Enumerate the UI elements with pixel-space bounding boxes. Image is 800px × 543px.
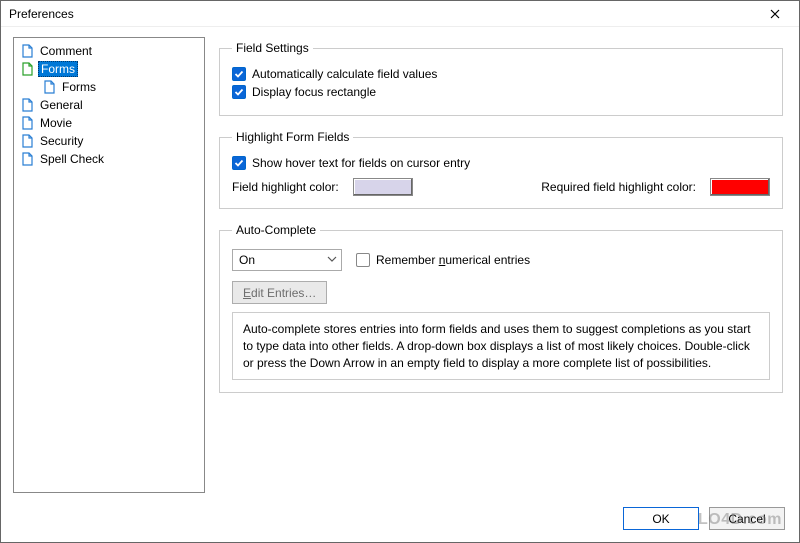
hover-text-label: Show hover text for fields on cursor ent… — [252, 156, 470, 170]
sidebar-item-security[interactable]: Security — [14, 132, 204, 150]
page-icon — [20, 116, 34, 130]
required-color-swatch[interactable] — [710, 178, 770, 196]
preferences-window: Preferences Comment Forms Forms General Movi… — [0, 0, 800, 543]
sidebar-item-spell-check[interactable]: Spell Check — [14, 150, 204, 168]
page-icon — [42, 80, 56, 94]
sidebar-item-label: Comment — [38, 44, 94, 58]
field-settings-group: Field Settings Automatically calculate f… — [219, 41, 783, 116]
sidebar-item-label: Spell Check — [38, 152, 106, 166]
edit-entries-label: Edit Entries… — [243, 286, 316, 300]
page-icon — [20, 152, 34, 166]
sidebar-item-general[interactable]: General — [14, 96, 204, 114]
sidebar-item-movie[interactable]: Movie — [14, 114, 204, 132]
checkbox-checked-icon — [232, 85, 246, 99]
remember-numerical-row[interactable]: Remember numerical entries — [356, 253, 530, 267]
required-color-label: Required field highlight color: — [541, 180, 696, 194]
checkbox-unchecked-icon — [356, 253, 370, 267]
settings-panel: Field Settings Automatically calculate f… — [215, 37, 787, 493]
sidebar-item-label: Forms — [60, 80, 98, 94]
remember-numerical-label: Remember numerical entries — [376, 253, 530, 267]
autocomplete-group: Auto-Complete On Remember numerical entr… — [219, 223, 783, 393]
close-icon — [770, 9, 780, 19]
category-sidebar[interactable]: Comment Forms Forms General Movie Security Spe… — [13, 37, 205, 493]
highlight-group: Highlight Form Fields Show hover text fo… — [219, 130, 783, 209]
autocomplete-select[interactable]: On — [232, 249, 342, 271]
hover-text-row[interactable]: Show hover text for fields on cursor ent… — [232, 156, 770, 170]
autocomplete-legend: Auto-Complete — [232, 223, 320, 237]
focus-rectangle-label: Display focus rectangle — [252, 85, 376, 99]
ok-label: OK — [652, 512, 669, 526]
page-icon — [20, 134, 34, 148]
edit-entries-button[interactable]: Edit Entries… — [232, 281, 327, 304]
checkbox-checked-icon — [232, 156, 246, 170]
page-icon — [20, 44, 34, 58]
ok-button[interactable]: OK — [623, 507, 699, 530]
checkbox-checked-icon — [232, 67, 246, 81]
sidebar-item-label: General — [38, 98, 85, 112]
autocomplete-description: Auto-complete stores entries into form f… — [232, 312, 770, 380]
cancel-label: Cancel — [728, 512, 765, 526]
dialog-footer: OK Cancel — [1, 499, 799, 542]
auto-calculate-row[interactable]: Automatically calculate field values — [232, 67, 770, 81]
sidebar-item-label: Security — [38, 134, 85, 148]
color-row: Field highlight color: Required field hi… — [232, 178, 770, 196]
window-title: Preferences — [9, 7, 74, 21]
field-settings-legend: Field Settings — [232, 41, 313, 55]
chevron-down-icon — [327, 253, 337, 267]
auto-calculate-label: Automatically calculate field values — [252, 67, 437, 81]
sidebar-item-label: Forms — [38, 61, 78, 77]
cancel-button[interactable]: Cancel — [709, 507, 785, 530]
sidebar-item-comment[interactable]: Comment — [14, 42, 204, 60]
content-area: Comment Forms Forms General Movie Security Spe… — [1, 27, 799, 499]
sidebar-item-forms-child[interactable]: Forms — [14, 78, 204, 96]
focus-rectangle-row[interactable]: Display focus rectangle — [232, 85, 770, 99]
field-color-swatch[interactable] — [353, 178, 413, 196]
autocomplete-controls-row: On Remember numerical entries — [232, 249, 770, 271]
field-color-label: Field highlight color: — [232, 180, 339, 194]
close-button[interactable] — [759, 4, 791, 24]
autocomplete-select-value: On — [239, 253, 255, 267]
page-icon — [20, 98, 34, 112]
sidebar-item-forms[interactable]: Forms — [14, 60, 204, 78]
highlight-legend: Highlight Form Fields — [232, 130, 353, 144]
page-icon — [20, 62, 34, 76]
titlebar: Preferences — [1, 1, 799, 27]
sidebar-item-label: Movie — [38, 116, 74, 130]
